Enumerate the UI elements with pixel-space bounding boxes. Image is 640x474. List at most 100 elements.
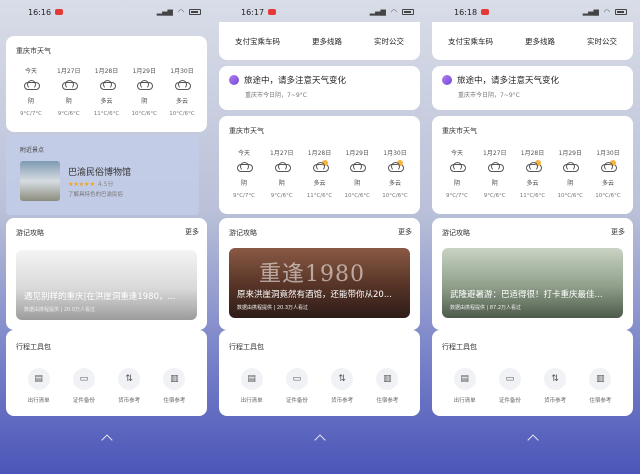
battery-icon	[615, 9, 627, 15]
tool-packing-list[interactable]: ▤ 出行清单	[231, 368, 273, 404]
partly-cloudy-icon	[99, 80, 116, 90]
forecast-temp: 11°C/6°C	[519, 193, 546, 199]
chevron-up-icon[interactable]	[100, 434, 113, 446]
article-card[interactable]: 遇见别样的重庆|在洪崖洞重逢1980，... 数据由携程提供 | 20.0万人看…	[16, 250, 197, 320]
guides-card: 游记攻略 更多 重逢1980 原来洪崖洞竟然有酒馆，还能带你从20... 数据由…	[219, 218, 420, 330]
sun-icon	[397, 160, 403, 166]
status-icons: ▂▄▆ ◠	[583, 8, 627, 16]
wifi-icon: ◠	[603, 8, 610, 16]
tool-id-backup[interactable]: ▭ 证件备份	[489, 368, 531, 404]
forecast-day: 1月29日阴 10°C/6°C	[127, 66, 161, 117]
more-link[interactable]: 更多	[611, 227, 625, 237]
attraction-description: 了解具特色的巴渝民俗	[68, 192, 124, 198]
notice-icon	[229, 75, 239, 85]
weather-notice-card[interactable]: 旅途中，请多注意天气变化 重庆市今日阴，7~9°C	[219, 66, 420, 110]
tool-lodging[interactable]: ▥ 住宿参考	[366, 368, 408, 404]
more-routes-link[interactable]: 更多线路	[312, 36, 342, 47]
realtime-bus-link[interactable]: 实时公交	[374, 36, 404, 47]
article-card[interactable]: 重逢1980 原来洪崖洞竟然有酒馆，还能带你从20... 数据由携程提供 | 2…	[229, 248, 410, 318]
status-time: 16:18	[454, 7, 478, 17]
forecast-condition: 多云	[526, 180, 539, 187]
status-time: 16:17	[241, 7, 265, 17]
status-bar: 16:18 ▂▄▆ ◠	[426, 0, 639, 24]
toolkit-row: ▤ 出行清单 ▭ 证件备份 ⇅ 货币参考 ▥ 住宿参考	[6, 368, 207, 404]
partly-cloudy-icon	[312, 160, 329, 172]
forecast-condition: 阴	[240, 180, 247, 187]
status-bar: 16:16 ▂▄▆ ◠	[0, 0, 213, 24]
partly-cloudy-icon	[601, 160, 617, 172]
nearby-attraction-card[interactable]: 附近景点 巴渝民俗博物馆 ★★★★★ 4.5分 了解具特色的巴渝民俗	[6, 135, 199, 215]
more-routes-link[interactable]: 更多线路	[525, 36, 555, 47]
forecast-temp: 11°C/6°C	[306, 193, 333, 199]
realtime-bus-link[interactable]: 实时公交	[587, 36, 617, 47]
forecast-day: 1月28日 多云 11°C/6°C	[90, 66, 124, 117]
partly-cloudy-icon	[388, 160, 404, 172]
notice-title: 旅途中，请多注意天气变化	[229, 74, 410, 86]
cloud-icon	[450, 162, 466, 172]
forecast-condition: 阴	[27, 98, 34, 105]
wifi-icon: ◠	[177, 8, 184, 16]
forecast-temp: 9°C/7°C	[445, 193, 469, 199]
id-card-icon: ▭	[72, 368, 95, 390]
weather-notice-card[interactable]: 旅途中，请多注意天气变化 重庆市今日阴，7~9°C	[432, 66, 633, 110]
tool-lodging[interactable]: ▥ 住宿参考	[153, 368, 195, 404]
tool-label: 证件备份	[498, 398, 521, 404]
status-icons: ▂▄▆ ◠	[157, 8, 201, 16]
forecast-condition: 多云	[388, 180, 401, 187]
tool-currency[interactable]: ⇅ 货币参考	[321, 368, 363, 404]
tool-lodging[interactable]: ▥ 住宿参考	[579, 368, 621, 404]
exchange-icon: ⇅	[331, 368, 354, 390]
article-card[interactable]: 武隆避暑游：巴适得很！打卡重庆最佳... 数据由携程提供 | 87.2万人看过	[442, 248, 623, 318]
weather-header: 重庆市天气	[442, 127, 477, 135]
status-bar: 16:17 ▂▄▆ ◠	[213, 0, 426, 24]
toolkit-row: ▤ 出行清单 ▭ 证件备份 ⇅ 货币参考 ▥ 住宿参考	[219, 368, 420, 404]
tool-id-backup[interactable]: ▭ 证件备份	[63, 368, 105, 404]
forecast-temp: 9°C/7°C	[232, 193, 256, 199]
tool-packing-list[interactable]: ▤ 出行清单	[18, 368, 60, 404]
alipay-bus-code-link[interactable]: 支付宝乘车码	[235, 36, 280, 47]
forecast-row: 今天阴 9°C/7°C 1月27日阴 9°C/6°C 1月28日 多云 11°C/6°C…	[10, 66, 203, 117]
weather-card[interactable]: 重庆市天气 今天阴 9°C/7°C 1月27日阴 9°C/6°C 1月28日 多云 11…	[432, 116, 633, 214]
tool-id-backup[interactable]: ▭ 证件备份	[276, 368, 318, 404]
forecast-condition: 阴	[354, 180, 361, 187]
forecast-row: 今天阴 9°C/7°C 1月27日阴 9°C/6°C 1月28日 多云 11°C/6°C…	[436, 148, 629, 199]
cloud-icon	[350, 162, 367, 172]
forecast-day: 1月27日阴 9°C/6°C	[478, 148, 512, 199]
forecast-day: 今天阴 9°C/7°C	[440, 148, 474, 199]
forecast-temp: 10°C/6°C	[595, 193, 621, 199]
checklist-icon: ▤	[453, 368, 476, 390]
forecast-day: 1月30日 多云 10°C/6°C	[165, 66, 199, 117]
more-link[interactable]: 更多	[398, 227, 412, 237]
forecast-condition: 阴	[567, 180, 574, 187]
chevron-up-icon[interactable]	[313, 434, 326, 446]
forecast-temp: 10°C/6°C	[131, 111, 158, 117]
tool-label: 出行清单	[453, 398, 476, 404]
battery-icon	[189, 9, 201, 15]
cloud-icon	[61, 80, 78, 90]
forecast-date: 1月27日	[270, 150, 294, 157]
forecast-date: 1月27日	[57, 68, 81, 75]
forecast-date: 1月29日	[132, 68, 156, 75]
weather-card[interactable]: 重庆市天气 今天阴 9°C/7°C 1月27日阴 9°C/6°C 1月28日 多云 11…	[219, 116, 420, 214]
toolkit-card: 行程工具包 ▤ 出行清单 ▭ 证件备份 ⇅ 货币参考 ▥ 住宿参考	[432, 330, 633, 416]
tool-label: 证件备份	[72, 398, 95, 404]
cloud-icon	[237, 162, 253, 172]
sun-icon	[610, 160, 616, 166]
more-link[interactable]: 更多	[185, 227, 199, 237]
forecast-temp: 10°C/6°C	[382, 193, 408, 199]
article-meta: 数据由携程提供 | 20.0万人看过	[24, 307, 95, 313]
forecast-condition: 阴	[141, 98, 148, 105]
tool-packing-list[interactable]: ▤ 出行清单	[444, 368, 486, 404]
forecast-temp: 10°C/6°C	[557, 193, 584, 199]
tool-currency[interactable]: ⇅ 货币参考	[108, 368, 150, 404]
exchange-icon: ⇅	[118, 368, 141, 390]
chevron-up-icon[interactable]	[526, 434, 539, 446]
weather-card[interactable]: 重庆市天气 今天阴 9°C/7°C 1月27日阴 9°C/6°C 1月28日 多云 11…	[6, 36, 207, 132]
tool-currency[interactable]: ⇅ 货币参考	[534, 368, 576, 404]
screen-panel-2: 16:17 ▂▄▆ ◠ 支付宝乘车码 更多线路 实时公交 旅途中，请多注意天气变化…	[213, 0, 426, 474]
attraction-rating: ★★★★★ 4.5分	[68, 179, 113, 188]
weather-header: 重庆市天气	[229, 127, 264, 135]
alipay-bus-code-link[interactable]: 支付宝乘车码	[448, 36, 493, 47]
signal-icon: ▂▄▆	[369, 8, 386, 16]
forecast-temp: 9°C/7°C	[19, 111, 43, 117]
